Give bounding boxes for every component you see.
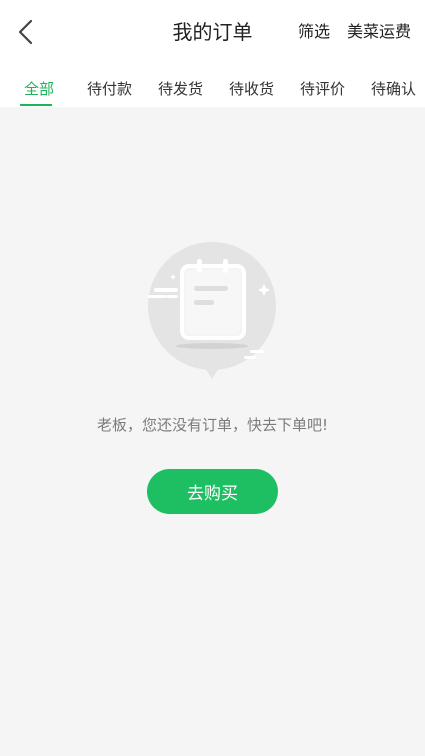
go-shopping-button[interactable]: 去购买 (147, 469, 278, 514)
orders-page: 我的订单 筛选 美菜运费 全部 待付款 待发货 待收货 待评价 待确认 老板，您… (0, 0, 425, 756)
empty-state-message: 老板，您还没有订单，快去下单吧! (96, 416, 328, 434)
chevron-left-icon (18, 19, 33, 45)
tab-pending-review[interactable]: 待评价 (300, 79, 345, 99)
back-button[interactable] (10, 16, 42, 48)
page-title: 我的订单 (172, 20, 253, 44)
freight-link[interactable]: 美菜运费 (347, 21, 411, 43)
empty-orders-notepad-icon (146, 240, 280, 380)
tab-pending-shipment[interactable]: 待发货 (158, 79, 203, 99)
tab-pending-confirm[interactable]: 待确认 (371, 79, 416, 99)
tab-pending-payment[interactable]: 待付款 (87, 79, 132, 99)
order-status-tabs: 全部 待付款 待发货 待收货 待评价 待确认 (0, 64, 425, 107)
filter-button[interactable]: 筛选 (298, 21, 330, 43)
top-bar: 我的订单 筛选 美菜运费 (0, 0, 425, 64)
tab-pending-receipt[interactable]: 待收货 (229, 79, 274, 99)
active-tab-indicator (20, 104, 52, 106)
tab-all[interactable]: 全部 (24, 79, 54, 99)
